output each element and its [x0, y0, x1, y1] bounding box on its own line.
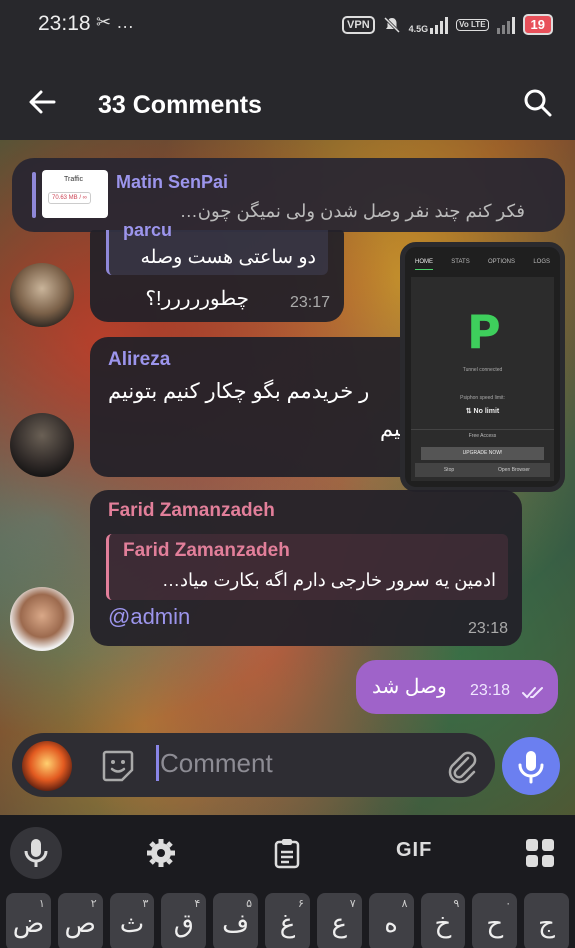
- message-author: Alireza: [108, 349, 171, 370]
- key[interactable]: ۶غ: [265, 893, 310, 948]
- message-bubble[interactable]: parcu دو ساعتی هست وصله چطوررررر!؟ 23:17: [90, 220, 344, 322]
- microphone-icon: [518, 751, 544, 784]
- send-as-avatar[interactable]: [22, 741, 72, 791]
- soft-keyboard: GIF ۱ض ۲ص ۳ث ۴ق ۵ف ۶غ ۷ع ۸ه ۹خ ۰ح ج: [0, 815, 575, 948]
- status-notification-icons: ✂ …: [96, 12, 135, 32]
- pinned-text: فکر کنم چند نفر وصل شدن ولی نمیگن چون…: [179, 201, 525, 221]
- message-text: وصل شد: [372, 676, 447, 698]
- keyboard-settings-button[interactable]: [135, 827, 187, 879]
- avatar[interactable]: [10, 413, 74, 477]
- message-text: دو ساعتی هست وصله: [140, 247, 317, 268]
- page-title: 33 Comments: [98, 91, 262, 119]
- avatar[interactable]: [10, 263, 74, 327]
- paperclip-icon[interactable]: [444, 748, 480, 784]
- reply-author: Farid Zamanzadeh: [123, 540, 290, 561]
- text-caret: [156, 745, 159, 781]
- key[interactable]: ۵ف: [213, 893, 259, 948]
- comment-input[interactable]: [160, 743, 430, 783]
- app-header: 33 Comments: [0, 50, 575, 140]
- reply-text: ادمین یه سرور خارجی دارم اگه بکارت میاد…: [161, 570, 496, 590]
- battery-icon: 19: [522, 14, 553, 35]
- screenshot-attachment[interactable]: HOME STATS OPTIONS LOGS P Tunnel connect…: [400, 242, 565, 492]
- arrow-left-icon[interactable]: [28, 88, 56, 116]
- message-text: چطوررررر!؟: [145, 288, 249, 310]
- key[interactable]: ۲ص: [57, 893, 103, 948]
- clipboard-icon: [274, 839, 300, 869]
- message-time: 23:17: [289, 294, 330, 311]
- grid-icon: [526, 839, 554, 867]
- key[interactable]: ۴ق: [161, 893, 207, 948]
- reply-thumbnail: Traffic 70.63 MB / ∞: [42, 170, 108, 218]
- gear-icon: [147, 839, 175, 867]
- double-check-icon: [522, 687, 543, 699]
- voice-record-button[interactable]: [502, 737, 560, 795]
- keyboard-more-button[interactable]: [514, 827, 566, 879]
- status-bar: 23:18 ✂ … VPN 4.5G Vo LTE 19: [0, 0, 575, 50]
- keyboard-voice-button[interactable]: [10, 827, 62, 879]
- key[interactable]: ۱ض: [6, 893, 51, 948]
- app-panel: P Tunnel connected Psiphon speed limit: …: [411, 277, 554, 481]
- pinned-reply[interactable]: Traffic 70.63 MB / ∞ Matin SenPai فکر کن…: [12, 158, 565, 232]
- message-time: 23:18: [467, 620, 508, 637]
- pinned-author: Matin SenPai: [116, 172, 229, 192]
- microphone-icon: [24, 839, 48, 867]
- signal-2-icon: [496, 16, 515, 34]
- search-icon[interactable]: [523, 88, 553, 118]
- bell-muted-icon: [383, 16, 400, 33]
- mention-link[interactable]: @admin: [108, 604, 190, 630]
- avatar[interactable]: [10, 587, 74, 651]
- psiphon-logo: P: [467, 305, 501, 359]
- signal-icon: [430, 16, 449, 34]
- message-time: 23:18: [470, 682, 511, 699]
- key[interactable]: ۰ح: [472, 893, 518, 948]
- status-time: 23:18: [38, 12, 91, 35]
- key[interactable]: ۳ث: [109, 893, 155, 948]
- reply-box[interactable]: Farid Zamanzadeh ادمین یه سرور خارجی دار…: [106, 534, 508, 600]
- sticker-icon[interactable]: [100, 748, 136, 784]
- message-text: ر خریدمم بگو چکار کنیم بتونیم: [108, 380, 370, 403]
- key[interactable]: ج: [524, 893, 569, 948]
- outgoing-message-bubble[interactable]: وصل شد 23:18: [356, 660, 558, 714]
- clipboard-button[interactable]: [261, 827, 313, 879]
- message-bubble[interactable]: Farid Zamanzadeh Farid Zamanzadeh ادمین …: [90, 490, 522, 646]
- app-tabs: HOME STATS OPTIONS LOGS: [415, 259, 550, 270]
- gif-button[interactable]: GIF: [396, 839, 432, 862]
- reply-author: parcu: [123, 220, 173, 240]
- message-author: Farid Zamanzadeh: [108, 500, 275, 521]
- network-type: 4.5G: [409, 16, 449, 34]
- key[interactable]: ۸ه: [368, 893, 414, 948]
- message-bubble[interactable]: Alireza ر خریدمم بگو چکار کنیم بتونیم نی…: [90, 337, 420, 477]
- reply-accent-bar: [32, 172, 36, 218]
- key-row: ۱ض ۲ص ۳ث ۴ق ۵ف ۶غ ۷ع ۸ه ۹خ ۰ح ج: [6, 893, 569, 948]
- volte-icon: Vo LTE: [456, 18, 489, 31]
- key[interactable]: ۷ع: [316, 893, 362, 948]
- reply-box: parcu دو ساعتی هست وصله: [106, 220, 328, 275]
- key[interactable]: ۹خ: [420, 893, 466, 948]
- status-right-icons: VPN 4.5G Vo LTE 19: [342, 14, 553, 35]
- vpn-icon: VPN: [342, 15, 375, 34]
